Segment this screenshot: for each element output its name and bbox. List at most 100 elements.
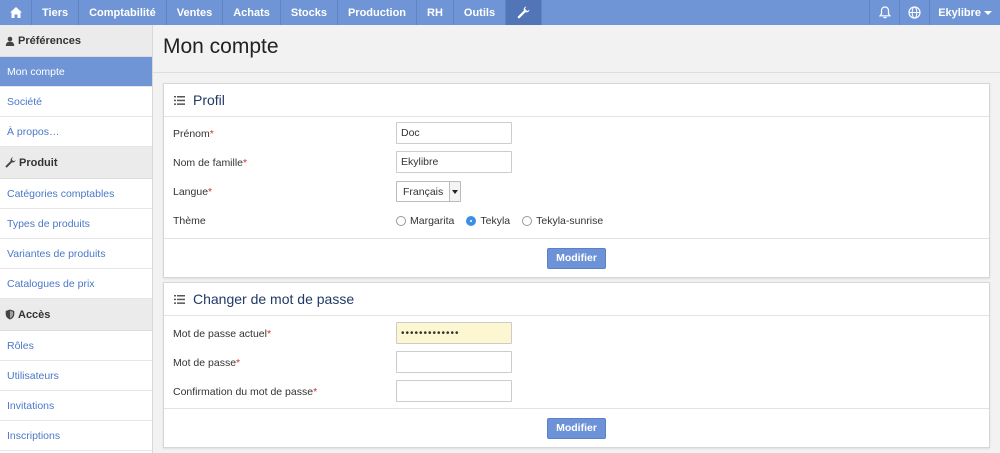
form-row-last-name: Nom de famille* Ekylibre — [164, 148, 989, 177]
settings-button[interactable] — [506, 0, 543, 25]
panel-title: Changer de mot de passe — [193, 291, 355, 307]
sidebar-section-title: Préférences — [18, 34, 81, 47]
divider — [153, 72, 1000, 73]
wrench-icon — [517, 6, 530, 19]
language-button[interactable] — [899, 0, 929, 25]
nav-comptabilite[interactable]: Comptabilité — [79, 0, 167, 25]
nav-ventes[interactable]: Ventes — [167, 0, 224, 25]
chevron-down-icon — [452, 189, 459, 194]
profile-submit-button[interactable]: Modifier — [547, 247, 606, 269]
panel-footer: Modifier — [164, 408, 989, 447]
theme-option-margarita[interactable]: Margarita — [396, 215, 454, 227]
sidebar-item-types-de-produits[interactable]: Types de produits — [0, 209, 152, 239]
home-button[interactable] — [0, 0, 32, 25]
required-marker: * — [266, 327, 272, 340]
sidebar-item-categories-comptables[interactable]: Catégories comptables — [0, 179, 152, 209]
last-name-label-text: Nom de famille — [173, 156, 244, 169]
password-submit-button[interactable]: Modifier — [547, 417, 606, 439]
current-password-label-text: Mot de passe actuel — [173, 327, 267, 340]
user-menu[interactable]: Ekylibre — [929, 0, 1000, 25]
nav-rh[interactable]: RH — [417, 0, 454, 25]
required-marker: * — [209, 127, 214, 140]
confirm-password-input[interactable] — [396, 380, 512, 402]
sidebar-section-acces: Accès — [0, 299, 152, 331]
sidebar-item-variantes-de-produits[interactable]: Variantes de produits — [0, 239, 152, 269]
topbar-right: Ekylibre — [869, 0, 1000, 25]
first-name-input[interactable]: Doc — [396, 122, 512, 144]
language-select[interactable]: Français — [396, 181, 462, 202]
first-name-label-text: Prénom — [173, 127, 210, 140]
language-label: Langue* — [173, 186, 212, 198]
globe-icon — [908, 6, 921, 19]
top-navbar: Tiers Comptabilité Ventes Achats Stocks … — [0, 0, 1000, 25]
chevron-down-icon — [984, 10, 992, 15]
user-name: Ekylibre — [938, 6, 981, 19]
bell-icon — [878, 6, 891, 19]
theme-option-label: Tekyla-sunrise — [536, 214, 604, 227]
theme-option-tekyla-sunrise[interactable]: Tekyla-sunrise — [522, 215, 603, 227]
sidebar-item-societe[interactable]: Société — [0, 87, 152, 117]
new-password-input[interactable] — [396, 351, 512, 373]
sidebar-item-utilisateurs[interactable]: Utilisateurs — [0, 361, 152, 391]
page-title: Mon compte — [163, 35, 279, 58]
form-row-confirm-password: Confirmation du mot de passe* — [164, 377, 989, 406]
new-password-label-text: Mot de passe — [173, 356, 237, 369]
main-content: Mon compte Profil Prénom* Doc Nom de fam… — [153, 25, 1000, 453]
sidebar-section-preferences: Préférences — [0, 25, 152, 57]
required-marker: * — [243, 156, 248, 169]
sidebar-section-produit: Produit — [0, 147, 152, 179]
radio-button[interactable] — [522, 215, 533, 226]
form-row-theme: Thème Margarita Tekyla Tekyla-sunrise — [164, 206, 989, 235]
form-row-language: Langue* Français — [164, 177, 989, 206]
user-icon — [5, 36, 15, 46]
nav-production[interactable]: Production — [338, 0, 418, 25]
last-name-label: Nom de famille* — [173, 157, 247, 169]
panel-title: Profil — [193, 92, 225, 108]
list-icon — [174, 294, 185, 304]
notifications-button[interactable] — [869, 0, 899, 25]
radio-button[interactable] — [396, 215, 406, 226]
shield-icon — [5, 309, 15, 320]
language-label-text: Langue — [173, 185, 209, 198]
form-row-new-password: Mot de passe* — [164, 348, 989, 377]
sidebar-item-mon-compte[interactable]: Mon compte — [0, 57, 152, 87]
nav-achats[interactable]: Achats — [223, 0, 281, 25]
list-icon — [174, 95, 185, 105]
sidebar: Préférences Mon compte Société À propos…… — [0, 25, 153, 453]
password-panel: Changer de mot de passe Mot de passe act… — [163, 282, 990, 448]
new-password-label: Mot de passe* — [173, 357, 240, 369]
panel-header: Profil — [164, 84, 989, 117]
sidebar-section-title: Accès — [18, 308, 51, 321]
form-row-current-password: Mot de passe actuel* ••••••••••••• — [164, 319, 989, 348]
select-arrow — [449, 182, 461, 201]
required-marker: * — [313, 385, 318, 398]
sidebar-item-a-propos[interactable]: À propos… — [0, 117, 152, 147]
sidebar-item-invitations[interactable]: Invitations — [0, 391, 152, 421]
theme-option-label: Margarita — [410, 214, 455, 227]
sidebar-item-inscriptions[interactable]: Inscriptions — [0, 421, 152, 451]
confirm-password-label: Confirmation du mot de passe* — [173, 386, 317, 398]
theme-label: Thème — [173, 214, 206, 227]
theme-option-label: Tekyla — [480, 214, 511, 227]
theme-option-tekyla[interactable]: Tekyla — [466, 215, 510, 227]
nav-outils[interactable]: Outils — [454, 0, 507, 25]
panel-header: Changer de mot de passe — [164, 283, 989, 316]
required-marker: * — [208, 185, 213, 198]
wrench-icon — [5, 157, 16, 168]
home-icon — [9, 7, 22, 18]
last-name-input[interactable]: Ekylibre — [396, 151, 512, 173]
profile-panel: Profil Prénom* Doc Nom de famille* Ekyli… — [163, 83, 990, 278]
nav-tiers[interactable]: Tiers — [32, 0, 80, 25]
form-row-first-name: Prénom* Doc — [164, 119, 989, 148]
sidebar-item-catalogues-de-prix[interactable]: Catalogues de prix — [0, 269, 152, 299]
theme-radio-group: Margarita Tekyla Tekyla-sunrise — [396, 215, 615, 227]
radio-button[interactable] — [466, 215, 477, 226]
current-password-input[interactable]: ••••••••••••• — [396, 322, 512, 344]
panel-footer: Modifier — [164, 238, 989, 277]
confirm-password-label-text: Confirmation du mot de passe — [173, 385, 314, 398]
sidebar-section-title: Produit — [19, 156, 58, 169]
language-select-value: Français — [403, 185, 444, 198]
sidebar-item-roles[interactable]: Rôles — [0, 331, 152, 361]
first-name-label: Prénom* — [173, 128, 214, 140]
nav-stocks[interactable]: Stocks — [281, 0, 338, 25]
